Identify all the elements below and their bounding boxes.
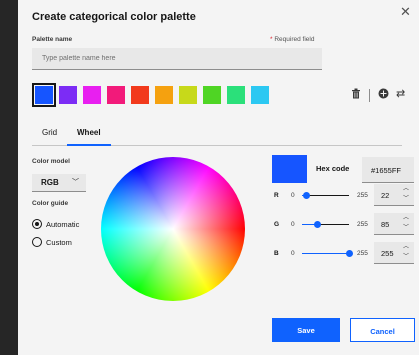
- chevron-down-icon[interactable]: ﹀: [403, 196, 409, 202]
- channel-g-value: 85: [381, 220, 390, 229]
- trash-icon[interactable]: [351, 88, 361, 102]
- color-swatch[interactable]: [179, 86, 197, 104]
- active-tab-indicator: [67, 144, 111, 146]
- add-circle-icon[interactable]: [378, 88, 389, 102]
- channel-r-min: 0: [291, 192, 295, 199]
- channel-b-thumb[interactable]: [345, 250, 353, 257]
- close-icon[interactable]: ✕: [400, 4, 411, 20]
- color-swatch[interactable]: [107, 86, 125, 104]
- required-field-note: * Required field: [270, 36, 314, 43]
- swap-arrows-icon[interactable]: ⇄: [396, 87, 405, 100]
- radio-custom-label: Custom: [46, 238, 72, 247]
- radio-automatic-label: Automatic: [46, 220, 80, 229]
- channel-b-input[interactable]: 255 ︿ ﹀: [374, 242, 414, 264]
- palette-name-label: Palette name: [32, 36, 73, 43]
- tab-wheel[interactable]: Wheel: [77, 128, 101, 137]
- color-swatch[interactable]: [131, 86, 149, 104]
- channel-g-min: 0: [291, 221, 295, 228]
- color-guide-label: Color guide: [32, 200, 69, 207]
- chevron-down-icon: ﹀: [72, 179, 79, 186]
- color-preview: [272, 155, 307, 183]
- channel-r-value: 22: [381, 191, 390, 200]
- color-swatch[interactable]: [203, 86, 221, 104]
- channel-b-fill: [302, 253, 349, 254]
- chevron-down-icon[interactable]: ﹀: [403, 254, 409, 260]
- channel-b-max: 255: [357, 250, 368, 257]
- color-wheel[interactable]: [101, 157, 245, 301]
- dialog-title: Create categorical color palette: [32, 11, 196, 23]
- chevron-up-icon[interactable]: ︿: [403, 244, 409, 250]
- channel-r-max: 255: [357, 192, 368, 199]
- save-button[interactable]: Save: [272, 318, 340, 342]
- channel-g-max: 255: [357, 221, 368, 228]
- color-swatch[interactable]: [83, 86, 101, 104]
- channel-r-thumb[interactable]: [302, 192, 310, 199]
- color-model-label: Color model: [32, 158, 70, 165]
- color-model-select[interactable]: RGB ﹀: [32, 174, 86, 192]
- left-app-bar: [0, 0, 18, 355]
- hex-code-input[interactable]: #1655FF: [362, 157, 414, 183]
- palette-name-input[interactable]: [32, 48, 322, 70]
- channel-b-value: 255: [381, 249, 394, 258]
- tab-grid[interactable]: Grid: [42, 128, 57, 137]
- channel-r-slider[interactable]: [302, 192, 349, 199]
- channel-b-slider[interactable]: [302, 250, 353, 257]
- color-swatch[interactable]: [227, 86, 245, 104]
- channel-g-label: G: [274, 221, 280, 228]
- color-swatch[interactable]: [32, 83, 56, 107]
- channel-b-label: B: [274, 250, 279, 257]
- required-text: Required field: [272, 36, 315, 43]
- hex-code-label: Hex code: [316, 164, 350, 173]
- radio-automatic[interactable]: [32, 219, 42, 229]
- chevron-down-icon[interactable]: ﹀: [403, 225, 409, 231]
- channel-r-label: R: [274, 192, 279, 199]
- channel-b-min: 0: [291, 250, 295, 257]
- radio-custom[interactable]: [32, 237, 42, 247]
- channel-g-slider[interactable]: [302, 221, 349, 228]
- channel-r-input[interactable]: 22 ︿ ﹀: [374, 184, 414, 206]
- color-swatch[interactable]: [155, 86, 173, 104]
- channel-g-input[interactable]: 85 ︿ ﹀: [374, 213, 414, 235]
- cancel-button[interactable]: Cancel: [350, 318, 415, 342]
- color-swatch[interactable]: [251, 86, 269, 104]
- color-model-value: RGB: [41, 178, 59, 187]
- color-swatch[interactable]: [59, 86, 77, 104]
- toolbar-divider: [369, 89, 370, 102]
- chevron-up-icon[interactable]: ︿: [403, 215, 409, 221]
- chevron-up-icon[interactable]: ︿: [403, 186, 409, 192]
